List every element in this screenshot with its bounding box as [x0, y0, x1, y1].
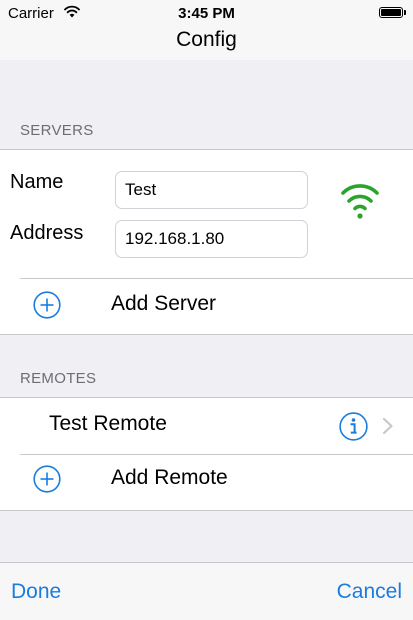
wifi-signal-icon: [341, 184, 379, 219]
list-item[interactable]: Test Remote: [0, 398, 413, 454]
navigation-bar: Config: [0, 28, 413, 60]
page-title: Config: [176, 28, 237, 51]
remotes-section-header: REMOTES: [20, 370, 97, 387]
row-divider: [20, 454, 413, 455]
info-icon[interactable]: [339, 412, 368, 441]
server-address-field[interactable]: [115, 220, 308, 258]
battery-icon: [379, 7, 403, 18]
name-label: Name: [10, 171, 64, 193]
servers-group: Name Address Add Server: [0, 149, 413, 335]
status-time: 3:45 PM: [178, 5, 235, 22]
address-label: Address: [10, 222, 84, 244]
remote-label: Test Remote: [49, 412, 167, 435]
status-bar: Carrier 3:45 PM: [0, 0, 413, 28]
add-server-button[interactable]: Add Server: [111, 292, 216, 316]
server-name-field[interactable]: [115, 171, 308, 209]
add-remote-button[interactable]: Add Remote: [111, 466, 228, 490]
done-button[interactable]: Done: [11, 580, 61, 604]
servers-section-header: SERVERS: [20, 122, 94, 139]
battery-tip: [404, 10, 406, 15]
remotes-group: Test Remote Add Remote: [0, 397, 413, 511]
cancel-button[interactable]: Cancel: [337, 580, 402, 604]
add-remote-icon[interactable]: [33, 465, 61, 493]
chevron-right-icon: [382, 417, 393, 435]
bottom-toolbar: Done Cancel: [0, 562, 413, 620]
row-divider: [20, 278, 413, 279]
add-server-icon[interactable]: [33, 291, 61, 319]
battery-level: [381, 9, 401, 16]
